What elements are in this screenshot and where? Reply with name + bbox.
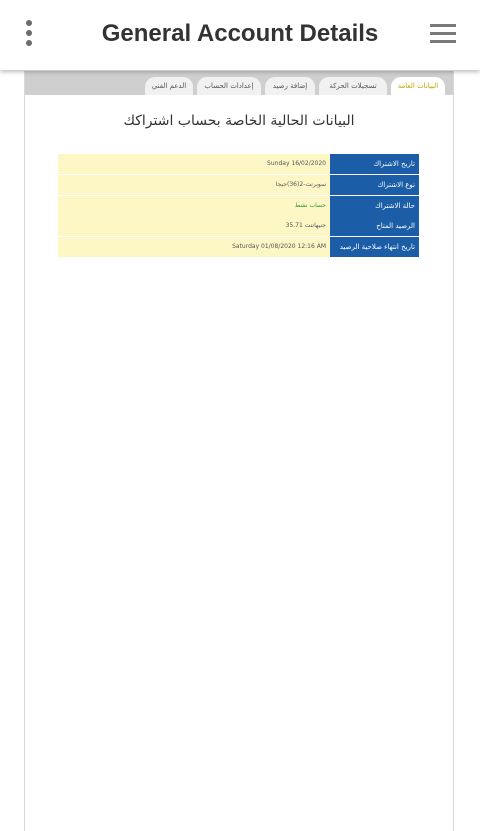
table-row: الرصيد المتاح جنيهاتنت 35.71 — [58, 216, 419, 237]
table-row: تاريخ انتهاء صلاحية الرصيد Saturday 01/0… — [58, 237, 419, 258]
app-bar: General Account Details — [0, 0, 480, 70]
row-value: سوبرنت-2(36)جيجا — [58, 174, 330, 195]
tab-technical-support[interactable]: الدعم الفني — [145, 77, 193, 95]
row-value: جنيهاتنت 35.71 — [58, 216, 330, 237]
content-panel: البيانات العامة تسجيلات الحركة إضافة رصي… — [24, 71, 454, 831]
page-heading: البيانات الحالية الخاصة بحساب اشتراكك — [123, 113, 355, 129]
tab-add-balance[interactable]: إضافة رصيد — [265, 77, 315, 95]
menu-icon[interactable] — [430, 24, 456, 44]
subscription-status-value: حساب نشط — [58, 195, 330, 216]
row-label: تاريخ الاشتراك — [330, 154, 419, 174]
table-row: نوع الاشتراك سوبرنت-2(36)جيجا — [58, 174, 419, 195]
tab-bar: البيانات العامة تسجيلات الحركة إضافة رصي… — [25, 71, 453, 95]
table-row: حالة الاشتراك حساب نشط — [58, 195, 419, 216]
tab-general-data[interactable]: البيانات العامة — [391, 77, 445, 95]
tab-activity-logs[interactable]: تسجيلات الحركة — [319, 77, 387, 95]
row-value: Sunday 16/02/2020 — [58, 154, 330, 174]
table-row: تاريخ الاشتراك Sunday 16/02/2020 — [58, 154, 419, 174]
account-details-table: تاريخ الاشتراك Sunday 16/02/2020 نوع الا… — [58, 154, 419, 258]
row-label: الرصيد المتاح — [330, 216, 419, 237]
row-value: Saturday 01/08/2020 12:16 AM — [58, 237, 330, 258]
row-label: تاريخ انتهاء صلاحية الرصيد — [330, 237, 419, 258]
row-label: نوع الاشتراك — [330, 174, 419, 195]
tab-account-settings[interactable]: إعدادات الحساب — [197, 77, 261, 95]
page-title: General Account Details — [101, 20, 379, 47]
row-label: حالة الاشتراك — [330, 195, 419, 216]
